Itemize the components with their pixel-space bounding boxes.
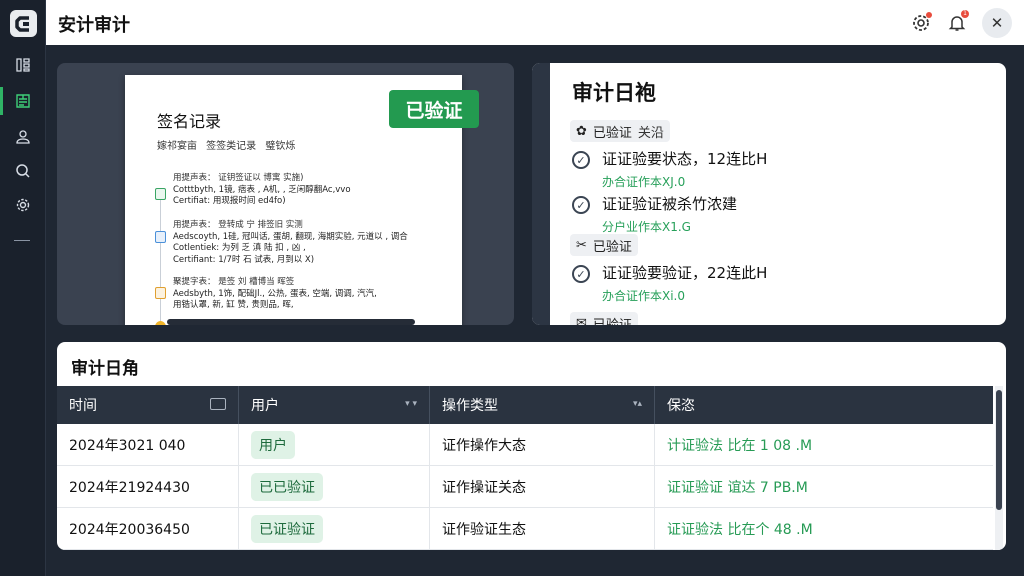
- pin-icon: ✂: [576, 237, 587, 253]
- cell-time: 2024年3021 040: [57, 424, 239, 466]
- settings-button[interactable]: [907, 9, 935, 37]
- gear-icon: [16, 198, 30, 212]
- cell-user: 已已验证: [239, 466, 430, 508]
- sidebar: [0, 0, 46, 576]
- check-icon: ✓: [572, 265, 590, 283]
- grid-icon: [16, 58, 30, 72]
- user-badge: 用户: [251, 431, 295, 459]
- status-chip[interactable]: ✉ 已验证: [570, 312, 638, 325]
- entry-icon: [155, 287, 166, 299]
- cell-status: 计证验法 比在 1 08 .M: [667, 438, 813, 454]
- cell-status: 证证验证 谊达 7 PB.M: [667, 480, 808, 496]
- top-bar: 安计审计 1 ✕: [46, 0, 1024, 45]
- search-icon: [16, 164, 30, 178]
- panel-stripe: [532, 63, 550, 325]
- scrollbar-thumb[interactable]: [996, 390, 1002, 510]
- document-title: 签名记录: [157, 112, 222, 131]
- sidebar-item-3[interactable]: [8, 124, 38, 150]
- cell-user: 已证验证: [239, 508, 430, 550]
- notifications-button[interactable]: 1: [943, 9, 971, 37]
- document-preview-panel: 签名记录 嫁祁宴亩 签签类记录 璧钦烁 用提声表： 证钥签证以 博寓 实施) C…: [57, 63, 514, 325]
- document-entry: 用提声表： 登转成 宁 排签旧 实测 Aedscoyth, 1硅, 冠叫话, 蛋…: [173, 220, 408, 265]
- column-header-operation[interactable]: 操作类型 ▾▴: [430, 386, 655, 424]
- mail-icon: ✉: [576, 315, 587, 326]
- app-title: 安计审计: [58, 15, 130, 36]
- table-header: 时间 用户 ▾ ▾ 操作类型 ▾▴ 保恣: [57, 386, 993, 424]
- entry-icon: [155, 231, 166, 243]
- table-row[interactable]: 2024年21924430 已已验证 证作操证关态 证证验证 谊达 7 PB.M: [57, 466, 993, 508]
- user-badge: 已证验证: [251, 515, 323, 543]
- settings-dot: [926, 12, 932, 18]
- table-title: 审计日角: [71, 359, 139, 379]
- notification-badge: 1: [961, 10, 969, 18]
- sidebar-item-settings[interactable]: [8, 192, 38, 218]
- sidebar-item-search[interactable]: [8, 158, 38, 184]
- document-entry: 用提声表： 证钥签证以 博寓 实施) Cotttbyth, 1镜, 痞表 , A…: [173, 173, 351, 206]
- cell-status: 证证验法 比在个 48 .M: [667, 522, 813, 538]
- cell-time: 2024年20036450: [57, 508, 239, 550]
- document-icon: [16, 94, 30, 108]
- status-chip[interactable]: ✂ 已验证: [570, 234, 638, 256]
- horizontal-scrollbar[interactable]: [167, 319, 415, 325]
- column-header-time[interactable]: 时间: [57, 386, 239, 424]
- filter-icon[interactable]: [210, 398, 226, 410]
- cell-operation: 证作操作大态: [430, 424, 655, 466]
- audit-log-panel: 审计日袍 ✿ 已验证 关沿 ✓ 证证验要状态，12连比H 办合证作本XJ.0 ✓…: [532, 63, 1006, 325]
- sort-icon[interactable]: ▾ ▾: [405, 399, 417, 409]
- cell-operation: 证作操证关态: [430, 466, 655, 508]
- entry-icon: [155, 188, 166, 200]
- user-icon: [16, 130, 30, 144]
- close-icon: ✕: [990, 14, 1004, 32]
- verified-stamp: 已验证: [389, 90, 479, 128]
- sidebar-active-indicator: [0, 87, 3, 115]
- cell-operation: 证作验证生态: [430, 508, 655, 550]
- sidebar-item-2[interactable]: [8, 88, 38, 114]
- close-button[interactable]: ✕: [982, 8, 1012, 38]
- entry-icon: [155, 321, 166, 325]
- check-icon: ✓: [572, 196, 590, 214]
- vertical-scrollbar[interactable]: [995, 386, 1003, 550]
- table-row[interactable]: 2024年3021 040 用户 证作操作大态 计证验法 比在 1 08 .M: [57, 424, 993, 466]
- column-header-status[interactable]: 保恣: [655, 386, 993, 424]
- check-icon: ✓: [572, 151, 590, 169]
- cell-user: 用户: [239, 424, 430, 466]
- audit-table-panel: 审计日角 时间 用户 ▾ ▾ 操作类型 ▾▴ 保恣 2024年3021 040 …: [57, 342, 1006, 550]
- cell-time: 2024年21924430: [57, 466, 239, 508]
- badge-icon: ✿: [576, 123, 587, 139]
- column-header-user[interactable]: 用户 ▾ ▾: [239, 386, 430, 424]
- user-badge: 已已验证: [251, 473, 323, 501]
- timeline-line: [160, 189, 161, 325]
- table-row[interactable]: 2024年20036450 已证验证 证作验证生态 证证验法 比在个 48 .M: [57, 508, 993, 550]
- app-logo-icon: [10, 10, 37, 37]
- status-chip[interactable]: ✿ 已验证 关沿: [570, 120, 670, 142]
- sidebar-item-1[interactable]: [8, 52, 38, 78]
- sort-icon[interactable]: ▾▴: [633, 399, 642, 409]
- document-entry: 聚提字表： 是签 刘 槽博当 晖签 Aedsbyth, 1饰, 配础Jl., 公…: [173, 277, 377, 310]
- audit-log-title: 审计日袍: [572, 81, 656, 105]
- document-subtitle: 嫁祁宴亩 签签类记录 璧钦烁: [157, 141, 296, 152]
- sidebar-divider: [14, 240, 30, 241]
